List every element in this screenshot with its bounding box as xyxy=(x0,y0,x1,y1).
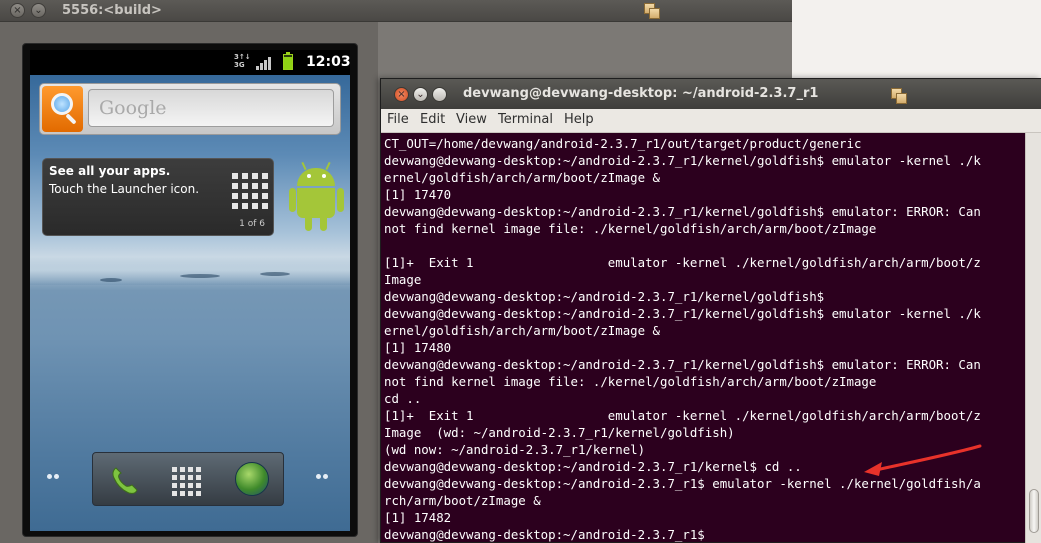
menu-file[interactable]: File xyxy=(387,112,409,127)
window-menu-icon[interactable] xyxy=(891,88,907,104)
android-screen[interactable]: 3↑↓ 3G 12:03 Google See all your apps. To… xyxy=(30,50,350,531)
page-dots-right[interactable] xyxy=(316,474,332,482)
minimize-button[interactable]: ⌄ xyxy=(413,87,428,102)
browser-globe-icon[interactable] xyxy=(235,462,269,496)
terminal-line: devwang@devwang-desktop:~/android-2.3.7_… xyxy=(384,527,705,542)
google-search-widget[interactable]: Google xyxy=(39,83,341,135)
magnifier-icon xyxy=(51,93,73,115)
tip-title: See all your apps. xyxy=(49,164,171,178)
window-title: 5556:<build> xyxy=(62,3,162,18)
emulator-titlebar: × ⌄ 5556:<build> xyxy=(0,0,792,22)
phone-icon[interactable] xyxy=(107,462,143,498)
terminal-line: [1] 17482 xyxy=(384,510,452,525)
close-button[interactable]: × xyxy=(394,87,409,102)
terminal-titlebar: × ⌄ devwang@devwang-desktop: ~/android-2… xyxy=(381,79,1041,109)
window-menu-icon[interactable] xyxy=(644,3,660,19)
terminal-line: [1]+ Exit 1 emulator -kernel ./kernel/go… xyxy=(384,408,981,423)
terminal-line: rch/arm/boot/zImage & xyxy=(384,493,541,508)
terminal-line: [1] 17470 xyxy=(384,187,452,202)
tip-page-indicator: 1 of 6 xyxy=(239,219,265,229)
page-dots-left[interactable] xyxy=(47,474,63,482)
terminal-line: devwang@devwang-desktop:~/android-2.3.7_… xyxy=(384,289,825,304)
network-type-icon: 3↑↓ 3G xyxy=(234,53,251,69)
app-drawer-icon[interactable] xyxy=(172,467,202,497)
android-robot-icon xyxy=(289,161,345,236)
close-button[interactable]: × xyxy=(10,3,25,18)
minimize-button[interactable]: ⌄ xyxy=(31,3,46,18)
terminal-line: ernel/goldfish/arch/arm/boot/zImage & xyxy=(384,323,661,338)
menu-edit[interactable]: Edit xyxy=(420,112,445,127)
wallpaper-island xyxy=(100,278,122,282)
search-input[interactable]: Google xyxy=(88,89,334,127)
status-clock: 12:03 xyxy=(306,54,350,70)
terminal-line: [1]+ Exit 1 emulator -kernel ./kernel/go… xyxy=(384,255,981,270)
launcher-tip-bubble[interactable]: See all your apps. Touch the Launcher ic… xyxy=(42,158,274,236)
annotation-arrow-icon xyxy=(864,444,982,476)
battery-charging-icon xyxy=(283,52,293,70)
terminal-line: [1] 17480 xyxy=(384,340,452,355)
terminal-line: devwang@devwang-desktop:~/android-2.3.7_… xyxy=(384,153,981,168)
terminal-line: devwang@devwang-desktop:~/android-2.3.7_… xyxy=(384,204,981,219)
terminal-scrollbar[interactable] xyxy=(1025,133,1041,543)
terminal-line: Image xyxy=(384,272,422,287)
wallpaper-horizon xyxy=(30,255,350,285)
terminal-line: devwang@devwang-desktop:~/android-2.3.7_… xyxy=(384,306,981,321)
menu-view[interactable]: View xyxy=(456,112,487,127)
magnifier-handle xyxy=(65,113,77,125)
tip-subtitle: Touch the Launcher icon. xyxy=(49,182,200,196)
launcher-grid-icon xyxy=(232,173,268,209)
status-bar: 3↑↓ 3G 12:03 xyxy=(30,50,350,75)
terminal-line: not find kernel image file: ./kernel/gol… xyxy=(384,221,877,236)
search-button[interactable] xyxy=(42,86,83,132)
wallpaper-island xyxy=(180,274,220,278)
dock xyxy=(92,452,284,506)
menu-terminal[interactable]: Terminal xyxy=(498,112,553,127)
terminal-line: Image (wd: ~/android-2.3.7_r1/kernel/gol… xyxy=(384,425,735,440)
terminal-line: devwang@devwang-desktop:~/android-2.3.7_… xyxy=(384,357,981,372)
terminal-line: cd .. xyxy=(384,391,422,406)
terminal-line: not find kernel image file: ./kernel/gol… xyxy=(384,374,877,389)
maximize-button[interactable] xyxy=(432,87,447,102)
scrollbar-thumb[interactable] xyxy=(1029,489,1039,533)
terminal-output[interactable]: CT_OUT=/home/devwang/android-2.3.7_r1/ou… xyxy=(384,135,1024,543)
wallpaper-island xyxy=(260,272,290,276)
menu-help[interactable]: Help xyxy=(564,112,594,127)
menu-bar: File Edit View Terminal Help xyxy=(381,109,1041,133)
window-title: devwang@devwang-desktop: ~/android-2.3.7… xyxy=(463,86,819,101)
terminal-line: CT_OUT=/home/devwang/android-2.3.7_r1/ou… xyxy=(384,136,862,151)
search-placeholder: Google xyxy=(99,97,167,119)
signal-strength-icon xyxy=(256,56,271,70)
terminal-line: ernel/goldfish/arch/arm/boot/zImage & xyxy=(384,170,661,185)
